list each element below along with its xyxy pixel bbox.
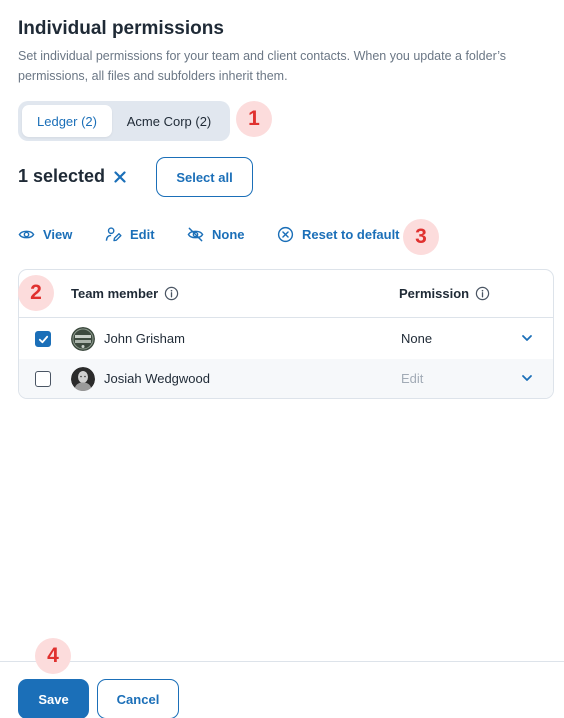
column-team-member: Team member: [71, 286, 179, 301]
footer-actions: Save Cancel: [0, 661, 564, 718]
action-none-label: None: [212, 226, 245, 242]
action-none[interactable]: None: [187, 224, 245, 244]
select-all-button[interactable]: Select all: [156, 157, 253, 197]
table-header: Team member Permission: [19, 270, 553, 318]
tab-acme-corp[interactable]: Acme Corp (2): [112, 105, 226, 137]
info-icon[interactable]: [164, 286, 179, 301]
clear-selection-button[interactable]: [112, 167, 128, 187]
save-button[interactable]: Save: [18, 679, 89, 718]
permission-select[interactable]: None: [401, 331, 432, 346]
avatar: [71, 367, 95, 391]
close-icon: [114, 171, 126, 183]
tab-ledger[interactable]: Ledger (2): [22, 105, 112, 137]
action-view-label: View: [43, 226, 73, 242]
info-icon[interactable]: [475, 286, 490, 301]
member-name: John Grisham: [104, 331, 185, 346]
step-marker-3: 3: [403, 219, 439, 255]
step-marker-1: 1: [236, 101, 272, 137]
page-description: Set individual permissions for your team…: [18, 49, 506, 83]
organization-tabs: Ledger (2) Acme Corp (2): [18, 101, 230, 141]
check-icon: [38, 335, 48, 343]
row-checkbox[interactable]: [35, 371, 51, 387]
table-row: John Grisham None: [19, 319, 553, 359]
cancel-button[interactable]: Cancel: [97, 679, 179, 718]
permission-select[interactable]: Edit: [401, 371, 423, 386]
pen-user-icon: [105, 226, 122, 241]
table-row: Josiah Wedgwood Edit: [19, 359, 553, 398]
action-reset-to-default[interactable]: Reset to default: [277, 224, 400, 244]
chevron-down-icon[interactable]: [519, 370, 535, 386]
action-view[interactable]: View: [18, 224, 72, 244]
action-edit[interactable]: Edit: [105, 224, 155, 244]
avatar: [71, 327, 95, 351]
row-checkbox[interactable]: [35, 331, 51, 347]
column-permission-label: Permission: [399, 286, 470, 301]
column-team-member-label: Team member: [71, 286, 159, 301]
selected-count: 1 selected: [18, 166, 106, 186]
chevron-down-icon[interactable]: [519, 330, 535, 346]
action-edit-label: Edit: [130, 226, 155, 242]
eye-icon: [18, 230, 35, 238]
member-name: Josiah Wedgwood: [104, 371, 210, 386]
step-marker-4: 4: [35, 638, 71, 674]
step-marker-2: 2: [18, 275, 54, 311]
page-title: Individual permissions: [18, 18, 224, 39]
circle-x-icon: [277, 226, 294, 242]
action-reset-label: Reset to default: [302, 226, 400, 242]
column-permission: Permission: [399, 286, 490, 301]
permissions-table: Team member Permission John Grisham None…: [18, 269, 554, 399]
eye-slash-icon: [187, 227, 204, 241]
